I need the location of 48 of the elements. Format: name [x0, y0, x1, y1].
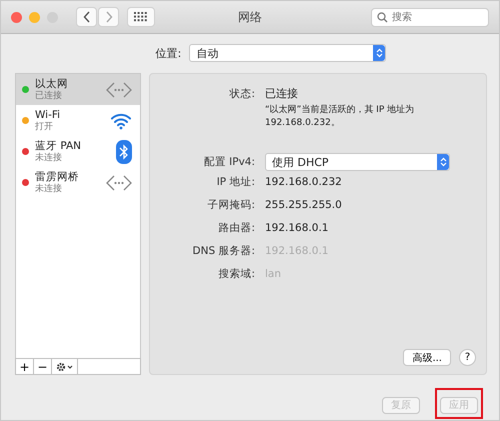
- stepper-icon: [437, 154, 449, 170]
- show-all-button[interactable]: [127, 7, 155, 27]
- window-title: 网络: [237, 8, 263, 26]
- service-item[interactable]: 蓝牙 PAN 未连接: [16, 136, 140, 167]
- stepper-icon: [373, 45, 386, 61]
- field-value: 192.168.0.232: [265, 175, 343, 190]
- service-name: Wi-Fi: [35, 108, 62, 120]
- field-value: lan: [265, 267, 282, 282]
- bluetooth-icon: [116, 140, 132, 164]
- config-label: 配置 IPv4:: [202, 155, 255, 169]
- help-button[interactable]: ?: [459, 349, 476, 366]
- location-label: 位置:: [156, 46, 182, 60]
- search-field[interactable]: 搜索: [371, 8, 489, 26]
- field-value: 192.168.0.1: [265, 221, 330, 236]
- status-label: 状态:: [228, 86, 255, 100]
- field-label: 搜索域:: [217, 267, 255, 282]
- search-icon: [377, 12, 388, 22]
- status-value: 已连接: [265, 86, 299, 101]
- field-label: 子网掩码:: [206, 198, 255, 213]
- service-item[interactable]: Wi-Fi 打开: [16, 105, 140, 136]
- status-description: “以太网”当前是活跃的，其 IP 地址为 192.168.0.232。: [265, 104, 416, 130]
- ipv4-config-dropdown[interactable]: 使用 DHCP: [265, 153, 450, 171]
- ethernet-icon: [106, 174, 132, 192]
- field-label: IP 地址:: [216, 175, 255, 190]
- gear-icon: [56, 362, 74, 372]
- service-name: 蓝牙 PAN: [35, 140, 82, 152]
- service-status: 未连接: [35, 182, 63, 194]
- field-label: 路由器:: [217, 221, 255, 236]
- service-status: 打开: [35, 120, 54, 132]
- service-name: 雷雳网桥: [35, 170, 80, 182]
- service-status: 未连接: [35, 152, 63, 164]
- service-item[interactable]: 以太网 已连接: [16, 74, 140, 105]
- service-item[interactable]: 雷雳网桥 未连接: [16, 167, 140, 198]
- back-button[interactable]: [76, 7, 97, 27]
- back-icon: [82, 11, 90, 23]
- location-dropdown[interactable]: 自动: [189, 44, 386, 62]
- minimize-button[interactable]: [29, 12, 40, 22]
- ethernet-icon: [106, 80, 132, 98]
- advanced-button[interactable]: 高级...: [403, 349, 451, 366]
- service-status: 已连接: [35, 90, 63, 102]
- service-name: 以太网: [35, 78, 69, 90]
- field-value: 255.255.255.0: [265, 198, 343, 213]
- wifi-icon: [110, 112, 132, 130]
- forward-icon: [104, 11, 112, 23]
- field-value: 192.168.0.1: [265, 244, 330, 259]
- grid-icon: [134, 12, 148, 22]
- close-button[interactable]: [11, 12, 22, 22]
- field-label: DNS 服务器:: [192, 244, 255, 259]
